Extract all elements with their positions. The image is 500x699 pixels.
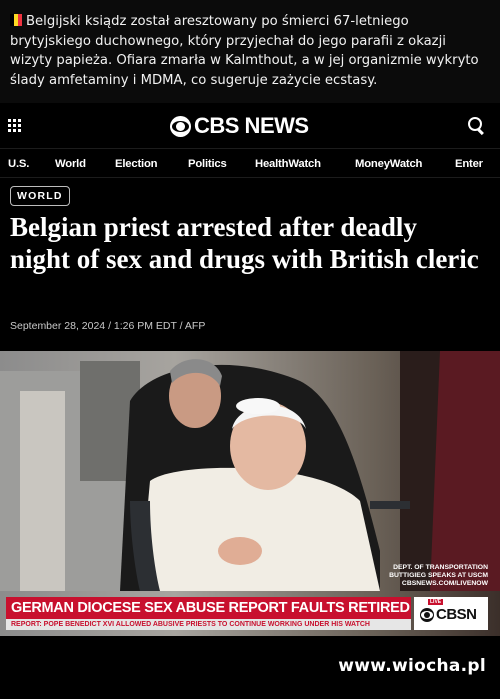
site-watermark: www.wiocha.pl	[338, 656, 486, 676]
post-caption: Belgijski ksiądz został aresztowany po ś…	[0, 0, 500, 103]
lower-third-subline: REPORT: POPE BENEDICT XVI ALLOWED ABUSIV…	[6, 619, 411, 630]
nav-item-world[interactable]: World	[55, 158, 86, 170]
cbs-eye-icon	[420, 608, 434, 622]
credit-text: DEPT. OF TRANSPORTATION BUTTIGIEG SPEAKS…	[389, 564, 488, 579]
nav-item-us[interactable]: U.S.	[8, 158, 29, 170]
article-header: WORLD Belgian priest arrested after dead…	[0, 178, 500, 351]
photo-illustration	[0, 351, 500, 636]
article-dateline: September 28, 2024 / 1:26 PM EDT / AFP	[10, 320, 206, 332]
section-badge[interactable]: WORLD	[10, 186, 70, 206]
site-header: CBS NEWS	[0, 103, 500, 148]
caption-text: Belgijski ksiądz został aresztowany po ś…	[10, 14, 479, 88]
belgium-flag-icon	[10, 14, 22, 26]
nav-item-moneywatch[interactable]: MoneyWatch	[355, 158, 422, 170]
cbsn-text: CBSN	[436, 606, 477, 623]
caption-paragraph: Belgijski ksiądz został aresztowany po ś…	[10, 12, 488, 90]
nav-item-healthwatch[interactable]: HealthWatch	[255, 158, 321, 170]
cbs-news-logo[interactable]: CBS NEWS	[170, 112, 309, 140]
credit-url: cbsnews.com/livenow	[401, 580, 488, 587]
broadcast-ticker-note: DEPT. OF TRANSPORTATION BUTTIGIEG SPEAKS…	[368, 564, 488, 588]
article-photo: DEPT. OF TRANSPORTATION BUTTIGIEG SPEAKS…	[0, 351, 500, 636]
grid-menu-icon[interactable]	[8, 119, 22, 133]
cbsn-logo: LIVE CBSN	[414, 597, 488, 630]
nav-item-politics[interactable]: Politics	[188, 158, 227, 170]
logo-text: CBS NEWS	[194, 113, 309, 138]
lower-third-headline: GERMAN DIOCESE SEX ABUSE REPORT FAULTS R…	[6, 597, 453, 619]
nav-item-election[interactable]: Election	[115, 158, 158, 170]
footer: www.wiocha.pl	[0, 636, 500, 699]
section-nav: U.S. World Election Politics HealthWatch…	[0, 148, 500, 178]
article-headline: Belgian priest arrested after deadly nig…	[10, 212, 479, 274]
live-badge: LIVE	[428, 599, 444, 605]
nav-item-entertainment[interactable]: Enter	[455, 158, 483, 170]
cbs-eye-icon	[170, 115, 191, 137]
search-icon[interactable]	[468, 117, 486, 135]
